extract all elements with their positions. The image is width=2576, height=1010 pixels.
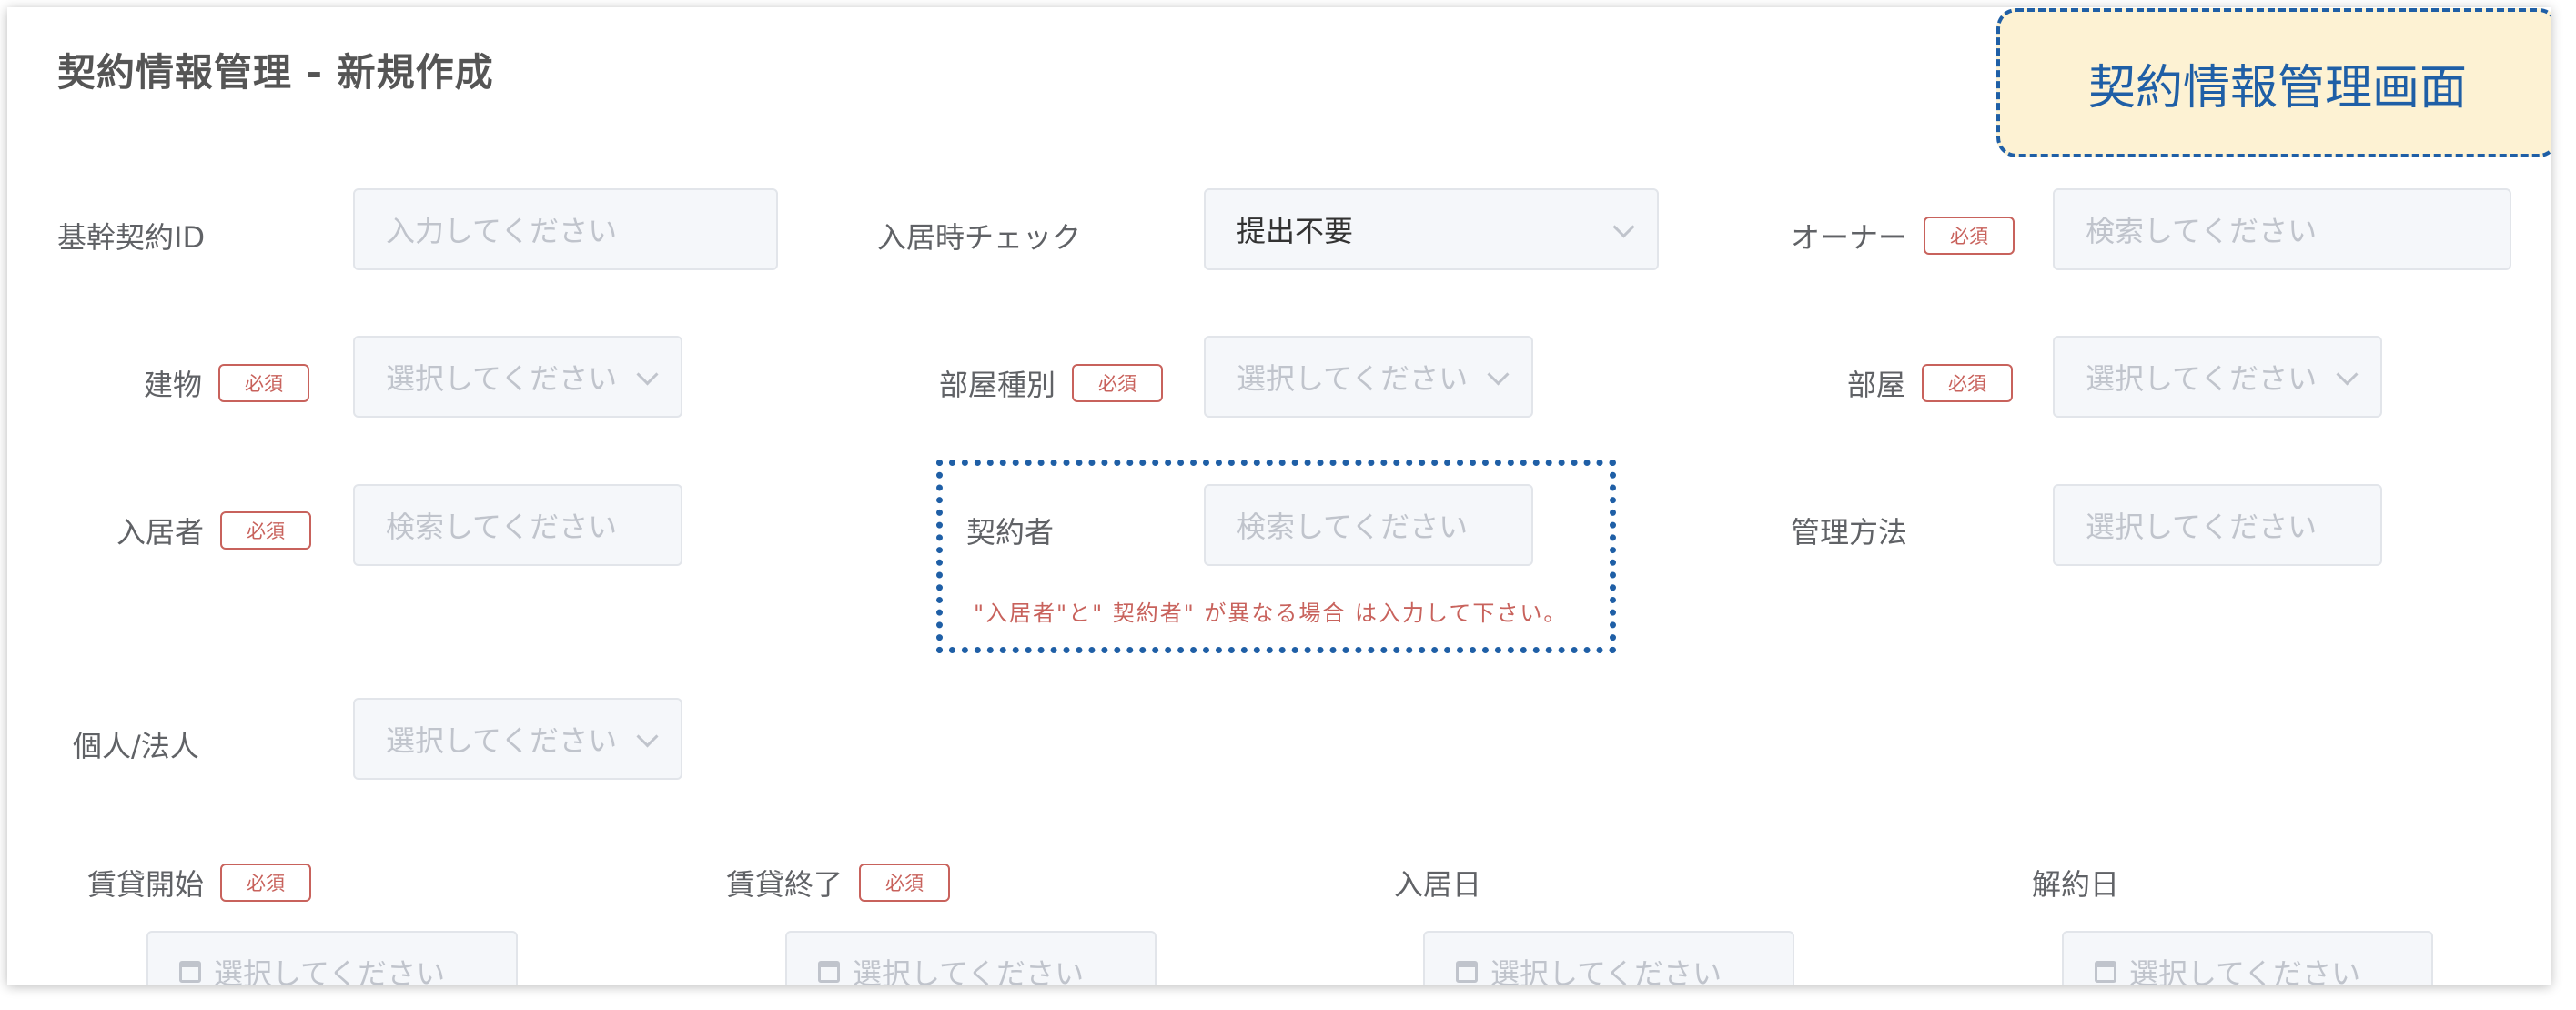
contractor-note: "入居者"と" 契約者" が異なる場合 は入力して下さい。 (974, 601, 1568, 626)
chevron-down-icon (2336, 363, 2359, 386)
move-in-check-select[interactable]: 提出不要 (1204, 188, 1659, 270)
required-badge: 必須 (1072, 364, 1164, 402)
room-type-select[interactable]: 選択してください (1204, 336, 1533, 418)
required-badge: 必須 (218, 364, 310, 402)
lease-start-date-input[interactable]: 選択してください (146, 931, 518, 985)
room-select[interactable]: 選択してください (2053, 336, 2382, 418)
required-badge: 必須 (859, 864, 951, 902)
page-title: 契約情報管理 - 新規作成 (57, 50, 494, 95)
contractor-search-input[interactable]: 検索してください (1204, 484, 1533, 566)
lease-end-label: 賃貸終了 必須 (726, 855, 951, 910)
required-badge: 必須 (1922, 364, 2014, 402)
management-method-label: 管理方法 (1791, 515, 1908, 550)
owner-label: オーナー 必須 (1791, 195, 2015, 277)
contractor-label: 契約者 (966, 515, 1055, 550)
required-badge: 必須 (1924, 217, 2015, 255)
resident-label: 入居者 必須 (116, 490, 312, 571)
contract-form-card: 契約情報管理 - 新規作成 契約情報管理画面 基幹契約ID 入力してください 入… (7, 7, 2551, 985)
cancellation-date-label: 解約日 (2032, 867, 2120, 902)
chevron-down-icon (636, 725, 659, 748)
calendar-icon (818, 961, 840, 983)
calendar-icon (2095, 961, 2116, 983)
cancellation-date-input[interactable]: 選択してください (2062, 931, 2433, 985)
screen-name-callout: 契約情報管理画面 (1996, 8, 2551, 157)
move-in-date-label: 入居日 (1394, 867, 1482, 902)
individual-corporate-select[interactable]: 選択してください (353, 698, 682, 780)
building-label: 建物 必須 (144, 342, 310, 424)
room-type-label: 部屋種別 必須 (939, 342, 1164, 424)
building-select[interactable]: 選択してください (353, 336, 682, 418)
calendar-icon (1456, 961, 1478, 983)
move-in-check-label: 入居時チェック (877, 220, 1082, 255)
individual-corporate-label: 個人/法人 (73, 729, 199, 763)
required-badge: 必須 (220, 511, 312, 550)
move-in-date-input[interactable]: 選択してください (1423, 931, 1794, 985)
chevron-down-icon (1612, 216, 1635, 238)
room-label: 部屋 必須 (1847, 342, 2014, 424)
lease-end-date-input[interactable]: 選択してください (785, 931, 1157, 985)
base-contract-id-label: 基幹契約ID (57, 220, 206, 255)
chevron-down-icon (1487, 363, 1510, 386)
lease-start-label: 賃貸開始 必須 (87, 855, 312, 910)
calendar-icon (179, 961, 201, 983)
owner-search-input[interactable]: 検索してください (2053, 188, 2511, 270)
chevron-down-icon (636, 363, 659, 386)
base-contract-id-input[interactable]: 入力してください (353, 188, 778, 270)
resident-search-input[interactable]: 検索してください (353, 484, 682, 566)
required-badge: 必須 (220, 864, 312, 902)
management-method-select[interactable]: 選択してください (2053, 484, 2382, 566)
